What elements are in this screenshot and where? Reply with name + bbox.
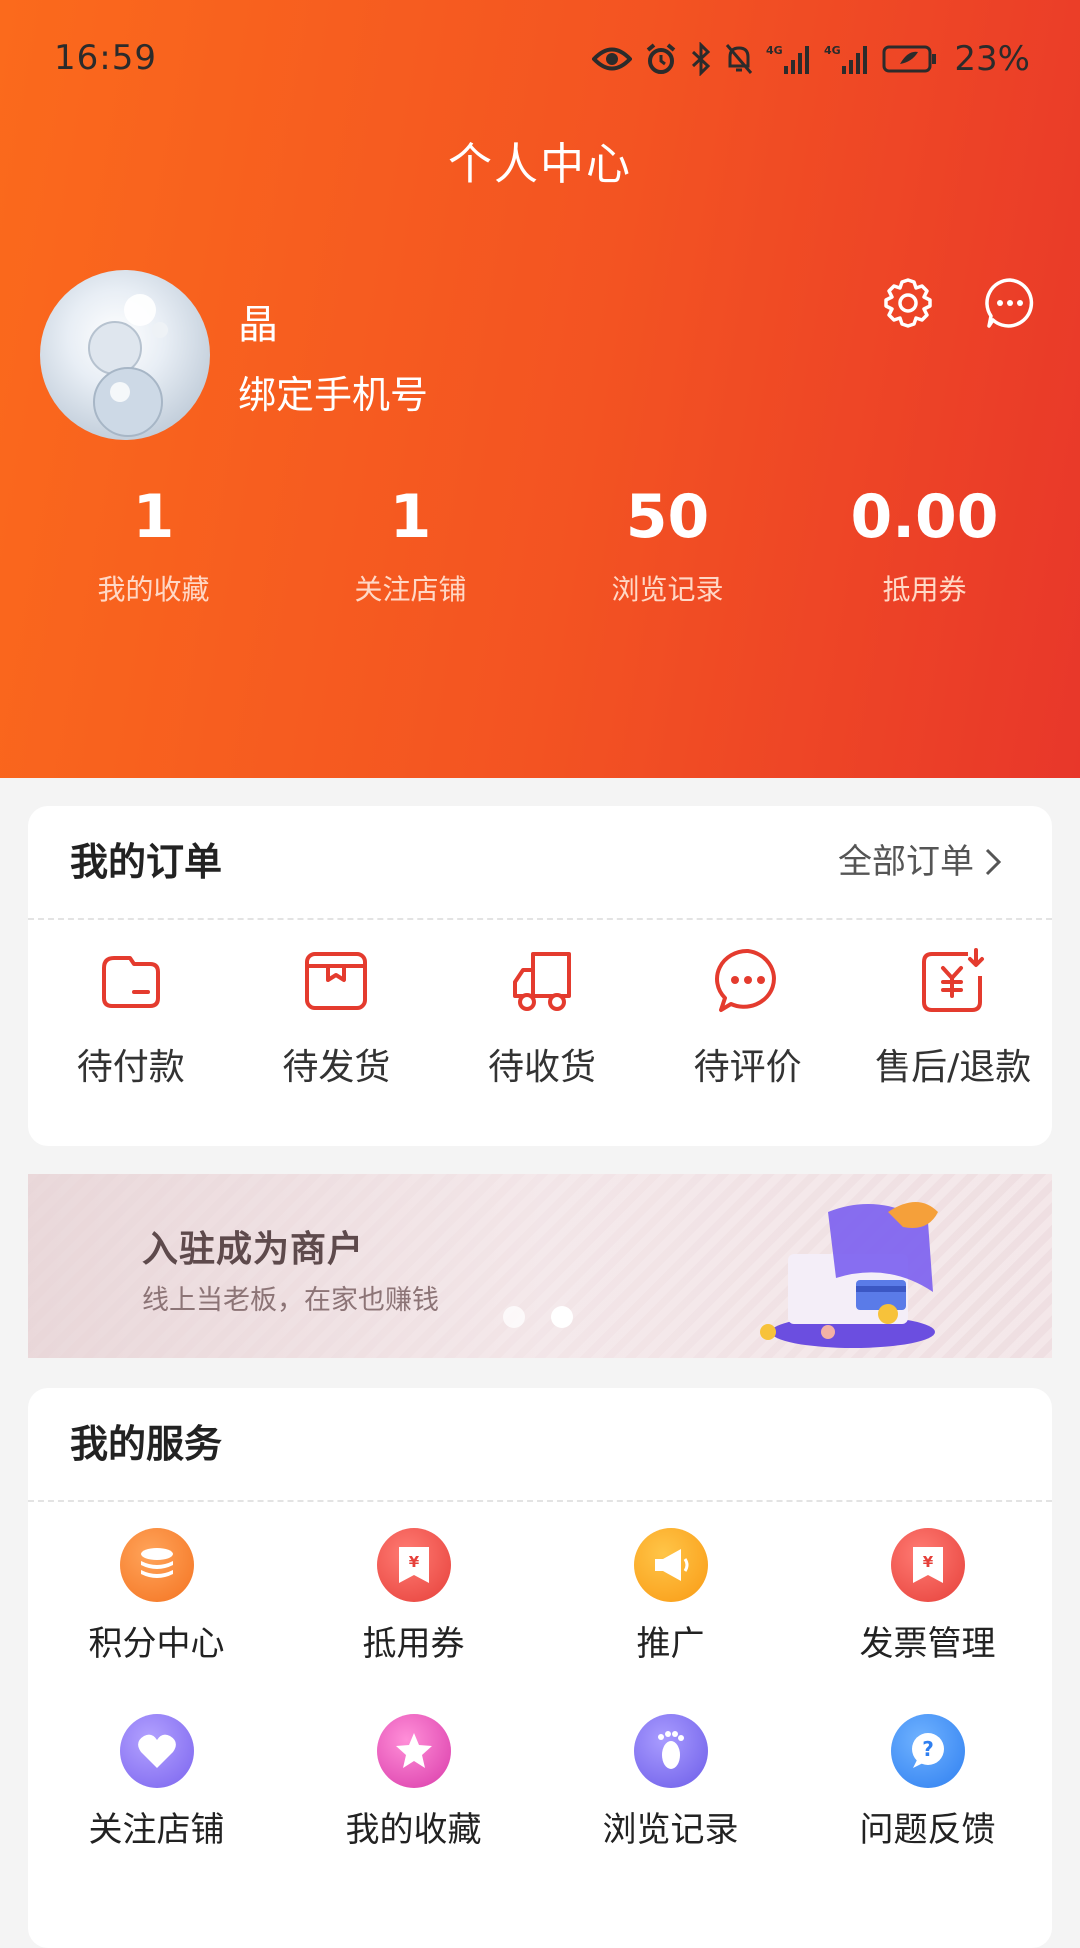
order-label: 待付款 [76, 1047, 185, 1088]
battery-icon [882, 45, 937, 73]
stat-value: 1 [389, 482, 432, 552]
box-icon [305, 952, 368, 1010]
refund-icon [922, 948, 985, 1012]
carousel-dot-active[interactable] [551, 1306, 573, 1328]
services-title: 我的服务 [70, 1422, 223, 1466]
services-grid: 积分中心 ¥ 抵用券 推广 ¥ 发票管理 关注店铺 我的收藏 浏览记录 ? 问题… [28, 1528, 1056, 1900]
service-label: 发票管理 [859, 1624, 996, 1664]
stat-value: 50 [625, 482, 710, 552]
status-icons: 4G 4G 23% [592, 36, 1030, 82]
coins-icon [119, 1528, 194, 1602]
stat-value: 0.00 [850, 482, 999, 552]
order-pending-shipment[interactable]: 待发货 [234, 946, 440, 1090]
star-icon [376, 1714, 451, 1788]
footprint-icon [633, 1714, 708, 1788]
service-label: 我的收藏 [345, 1810, 482, 1850]
all-orders-link[interactable]: 全部订单 [838, 806, 1004, 918]
order-pending-review[interactable]: 待评价 [645, 946, 851, 1090]
invoice-icon: ¥ [890, 1528, 965, 1602]
banner-title: 入驻成为商户 [142, 1229, 365, 1270]
stat-followed-shops[interactable]: 1 关注店铺 [282, 478, 539, 618]
comment-icon [714, 948, 776, 1012]
gift-box-illustration [760, 1202, 938, 1348]
order-label: 售后/退款 [875, 1047, 1032, 1088]
profile-header: 16:59 4G 4G 23% 个人中心 晶 绑定手机号 1 我的收藏 1 关注… [0, 0, 1080, 778]
order-label: 待评价 [693, 1047, 802, 1088]
order-pending-receipt[interactable]: 待收货 [439, 946, 645, 1090]
truck-icon [512, 952, 571, 1011]
signal-4g-icon: 4G [824, 44, 868, 74]
services-card: 我的服务 积分中心 ¥ 抵用券 推广 ¥ 发票管理 关注店铺 我的收藏 浏览记录… [28, 1388, 1052, 1948]
coupon-icon: ¥ [376, 1528, 451, 1602]
heart-icon [119, 1714, 194, 1788]
orders-title: 我的订单 [70, 840, 223, 884]
stat-browse-history[interactable]: 50 浏览记录 [539, 478, 796, 618]
svg-text:¥: ¥ [922, 1553, 933, 1571]
order-label: 待发货 [282, 1047, 391, 1088]
svg-text:¥: ¥ [408, 1553, 419, 1571]
stat-label: 我的收藏 [97, 573, 210, 606]
service-label: 推广 [636, 1624, 705, 1664]
wallet-icon [101, 956, 160, 1008]
stats-row: 1 我的收藏 1 关注店铺 50 浏览记录 0.00 抵用券 [0, 478, 1080, 618]
settings-button[interactable] [878, 273, 938, 333]
bind-phone-link[interactable]: 绑定手机号 [238, 364, 428, 419]
service-label: 关注店铺 [88, 1810, 225, 1850]
username: 晶 [238, 302, 278, 348]
services-card-header: 我的服务 [28, 1388, 1052, 1502]
question-icon: ? [890, 1714, 965, 1788]
chevron-right-icon [985, 848, 1002, 876]
svg-text:?: ? [922, 1737, 934, 1761]
service-coupons[interactable]: ¥ 抵用券 [285, 1528, 542, 1714]
stat-label: 关注店铺 [354, 573, 467, 606]
stat-coupons[interactable]: 0.00 抵用券 [796, 478, 1053, 618]
merchant-banner[interactable]: 入驻成为商户 线上当老板，在家也赚钱 [28, 1174, 1052, 1358]
message-button[interactable] [980, 273, 1040, 333]
bluetooth-icon [692, 42, 711, 76]
avatar[interactable] [40, 270, 210, 440]
gear-icon [884, 278, 932, 328]
service-feedback[interactable]: ? 问题反馈 [799, 1714, 1056, 1900]
order-label: 待收货 [487, 1047, 596, 1088]
alarm-icon [647, 43, 676, 74]
battery-percent: 23% [954, 39, 1030, 79]
order-status-row: 待付款 待发货 待收货 待评价 售后/退款 [28, 946, 1056, 1090]
service-followed-shops[interactable]: 关注店铺 [28, 1714, 285, 1900]
orders-card-header: 我的订单 全部订单 [28, 806, 1052, 920]
megaphone-icon [633, 1528, 708, 1602]
stat-label: 抵用券 [882, 573, 967, 606]
status-bar: 16:59 4G 4G 23% [0, 0, 1080, 120]
service-favorites[interactable]: 我的收藏 [285, 1714, 542, 1900]
stat-value: 1 [132, 482, 175, 552]
banner-subtitle: 线上当老板，在家也赚钱 [142, 1285, 439, 1316]
orders-card: 我的订单 全部订单 待付款 待发货 待收货 待评价 售后/退款 [28, 806, 1052, 1146]
eye-icon [592, 47, 633, 71]
service-promotion[interactable]: 推广 [542, 1528, 799, 1714]
service-label: 问题反馈 [859, 1810, 996, 1850]
signal-4g-icon: 4G [766, 44, 810, 74]
svg-text:4G: 4G [766, 44, 783, 57]
service-points-center[interactable]: 积分中心 [28, 1528, 285, 1714]
stat-favorites[interactable]: 1 我的收藏 [25, 478, 282, 618]
chat-bubble-icon [985, 278, 1034, 328]
carousel-dot[interactable] [503, 1306, 525, 1328]
page-title: 个人中心 [448, 139, 632, 190]
service-label: 抵用券 [362, 1624, 465, 1664]
order-after-sales[interactable]: 售后/退款 [850, 946, 1056, 1090]
svg-text:4G: 4G [824, 44, 841, 57]
service-label: 浏览记录 [602, 1810, 739, 1850]
status-time: 16:59 [54, 38, 157, 78]
stat-label: 浏览记录 [611, 573, 724, 606]
mute-icon [726, 44, 753, 74]
service-invoice[interactable]: ¥ 发票管理 [799, 1528, 1056, 1714]
service-label: 积分中心 [88, 1624, 225, 1664]
order-pending-payment[interactable]: 待付款 [28, 946, 234, 1090]
all-orders-label: 全部订单 [838, 842, 974, 882]
service-browse-history[interactable]: 浏览记录 [542, 1714, 799, 1900]
